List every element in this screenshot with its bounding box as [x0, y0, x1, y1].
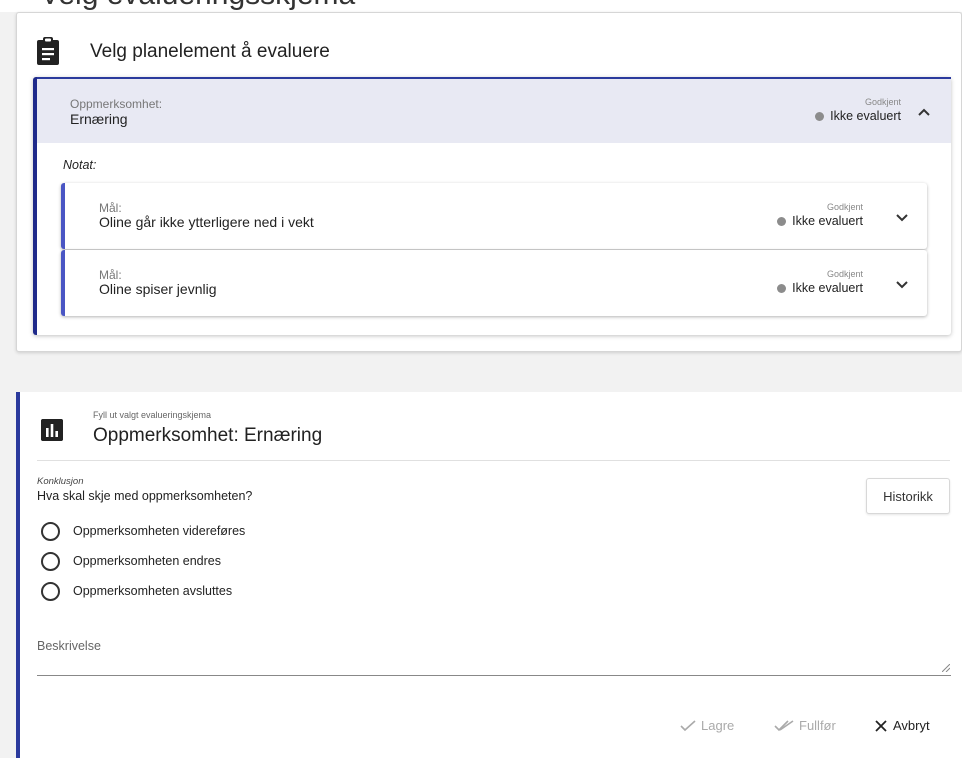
goal-name: Oline går ikke ytterligere ned i vekt: [99, 214, 314, 230]
status-caption: Godkjent: [864, 97, 901, 107]
cancel-label: Avbryt: [893, 718, 930, 733]
plan-element-header[interactable]: Oppmerksomhet: Ernæring Godkjent Ikke ev…: [37, 77, 951, 143]
description-field[interactable]: [37, 675, 951, 676]
form-title: Oppmerksomhet: Ernæring: [93, 425, 323, 446]
element-status: Godkjent Ikke evaluert: [815, 97, 901, 123]
status-dot-icon: [777, 217, 787, 226]
plan-element-card: Velg planelement å evaluere Oppmerksomhe…: [16, 12, 962, 352]
close-icon: [875, 719, 887, 732]
status-text: Ikke evaluert: [792, 281, 863, 295]
complete-button[interactable]: Fullfør: [774, 718, 836, 733]
goal-item[interactable]: Mål: Oline spiser jevnlig Godkjent Ikke …: [61, 250, 927, 316]
form-subtitle: Fyll ut valgt evalueringskjema: [93, 410, 212, 420]
radio-label: Oppmerksomheten endres: [73, 554, 221, 568]
radio-icon[interactable]: [41, 522, 60, 541]
goal-name: Oline spiser jevnlig: [99, 281, 217, 297]
element-type-label: Oppmerksomhet:: [70, 97, 163, 111]
divider: [37, 460, 950, 461]
clipboard-icon: [37, 37, 59, 65]
conclusion-label: Konklusjon: [37, 476, 84, 487]
status-caption: Godkjent: [826, 202, 863, 212]
radio-icon[interactable]: [41, 552, 60, 571]
goal-type-label: Mål:: [99, 268, 122, 282]
save-button[interactable]: Lagre: [680, 718, 734, 733]
chart-icon: [41, 419, 63, 441]
goal-item[interactable]: Mål: Oline går ikke ytterligere ned i ve…: [61, 183, 927, 249]
radio-icon[interactable]: [41, 582, 60, 601]
plan-element-panel: Oppmerksomhet: Ernæring Godkjent Ikke ev…: [33, 77, 951, 335]
goal-status: Godkjent Ikke evaluert: [777, 269, 863, 295]
cancel-button[interactable]: Avbryt: [874, 718, 930, 733]
history-button[interactable]: Historikk: [866, 478, 950, 514]
chevron-down-icon[interactable]: [895, 213, 909, 223]
goal-type-label: Mål:: [99, 201, 122, 215]
status-text: Ikke evaluert: [792, 214, 863, 228]
conclusion-question: Hva skal skje med oppmerksomheten?: [37, 489, 253, 503]
plan-card-title: Velg planelement å evaluere: [90, 41, 330, 62]
status-dot-icon: [777, 284, 787, 293]
radio-label: Oppmerksomheten videreføres: [73, 524, 246, 538]
partial-heading: Velg evalueringsskjema: [40, 0, 355, 12]
radio-label: Oppmerksomheten avsluttes: [73, 584, 233, 598]
double-check-icon: [774, 719, 794, 731]
evaluation-form-card: Fyll ut valgt evalueringskjema Oppmerkso…: [16, 392, 962, 758]
complete-label: Fullfør: [799, 718, 836, 733]
note-label: Notat:: [63, 158, 97, 172]
goal-status: Godkjent Ikke evaluert: [777, 202, 863, 228]
top-partial-header: Velg evalueringsskjema: [0, 0, 962, 12]
status-dot-icon: [815, 112, 825, 121]
status-caption: Godkjent: [826, 269, 863, 279]
resize-icon[interactable]: [942, 664, 950, 672]
description-label: Beskrivelse: [37, 639, 101, 653]
check-icon: [680, 719, 696, 731]
plan-card-header: Velg planelement å evaluere: [17, 13, 961, 77]
status-text: Ikke evaluert: [830, 109, 901, 123]
chevron-up-icon[interactable]: [917, 107, 931, 117]
element-name: Ernæring: [70, 111, 128, 127]
save-label: Lagre: [701, 718, 735, 733]
chevron-down-icon[interactable]: [895, 280, 909, 290]
